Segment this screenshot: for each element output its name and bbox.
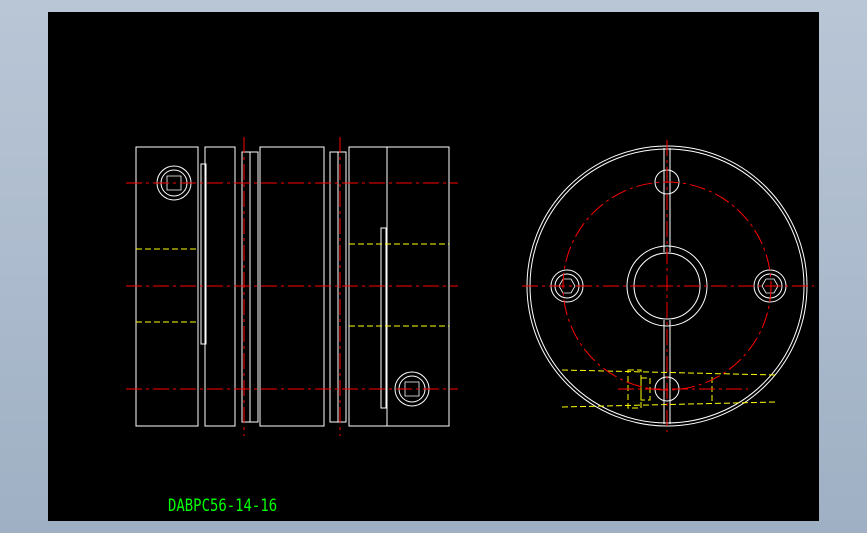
cad-viewport[interactable]: DABPC56-14-16 bbox=[48, 12, 819, 521]
technical-drawing bbox=[126, 137, 814, 436]
right-hub-slot bbox=[380, 227, 387, 409]
side-view-centerlines bbox=[126, 137, 458, 436]
end-view-centerlines bbox=[522, 140, 814, 432]
side-view-hidden-lines bbox=[136, 243, 449, 327]
drawing-title: DABPC56-14-16 bbox=[168, 496, 278, 516]
